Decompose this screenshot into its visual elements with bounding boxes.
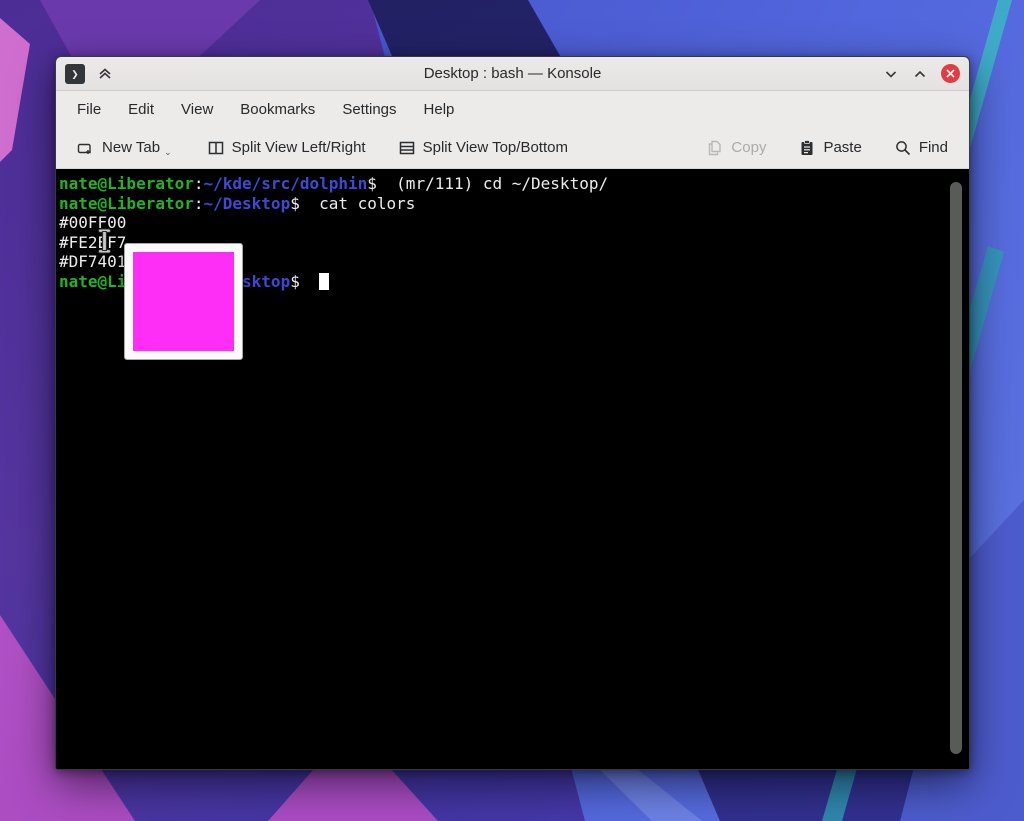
find-label: Find (919, 139, 948, 156)
find-button[interactable]: Find (885, 134, 957, 162)
konsole-window: ❯ Desktop : bash — Konsole (55, 56, 970, 770)
maximize-button[interactable] (912, 66, 928, 82)
menu-file[interactable]: File (65, 95, 113, 124)
new-tab-label: New Tab (102, 139, 160, 156)
split-left-right-label: Split View Left/Right (232, 139, 366, 156)
copy-icon (706, 139, 724, 157)
split-view-top-bottom-button[interactable]: Split View Top/Bottom (389, 134, 577, 162)
prompt-user-host: nate@Liberator (59, 194, 194, 213)
terminal-line: nate@Liberator:~/Desktop$ cat colors (59, 194, 969, 214)
prompt-dollar: $ (290, 272, 300, 291)
menu-bookmarks[interactable]: Bookmarks (228, 95, 327, 124)
color-preview-tooltip (124, 243, 243, 360)
output-hex-color: #DF7401 (59, 252, 126, 271)
split-view-left-right-button[interactable]: Split View Left/Right (198, 134, 375, 162)
konsole-app-icon: ❯ (65, 64, 85, 84)
search-icon (894, 139, 912, 157)
titlebar[interactable]: ❯ Desktop : bash — Konsole (56, 57, 969, 91)
terminal-line: nate@Liberator:~/kde/src/dolphin$ (mr/11… (59, 174, 969, 194)
command-text: cat colors (300, 194, 416, 213)
command-text: (mr/111) cd ~/Desktop/ (377, 174, 608, 193)
copy-button[interactable]: Copy (697, 134, 775, 162)
ibeam-mouse-cursor (97, 228, 112, 259)
desktop: ❯ Desktop : bash — Konsole (0, 0, 1024, 821)
prompt-user-host: nate@Liberator (59, 174, 194, 193)
prompt-colon: : (194, 174, 204, 193)
prompt-path: ~/kde/src/dolphin (204, 174, 368, 193)
scrollbar-thumb[interactable] (950, 182, 962, 754)
color-preview-swatch (133, 252, 234, 351)
menu-help[interactable]: Help (412, 95, 467, 124)
prompt-colon: : (194, 194, 204, 213)
close-button[interactable] (941, 64, 960, 83)
prompt-spacing (300, 272, 319, 291)
window-title: Desktop : bash — Konsole (56, 65, 969, 82)
menu-settings[interactable]: Settings (330, 95, 408, 124)
menu-edit[interactable]: Edit (116, 95, 166, 124)
paste-icon (798, 139, 816, 157)
split-left-right-icon (207, 139, 225, 157)
terminal-block-cursor (319, 273, 329, 290)
minimize-button[interactable] (883, 66, 899, 82)
prompt-dollar: $ (290, 194, 300, 213)
chevron-down-icon: ⌄ (164, 147, 172, 158)
split-top-bottom-icon (398, 139, 416, 157)
menu-view[interactable]: View (169, 95, 225, 124)
toolbar: New Tab ⌄ Split View Left/Right (56, 127, 969, 169)
output-hex-color: #00FF00 (59, 213, 126, 232)
paste-label: Paste (823, 139, 861, 156)
paste-button[interactable]: Paste (789, 134, 870, 162)
new-tab-icon (77, 139, 95, 157)
copy-label: Copy (731, 139, 766, 156)
split-top-bottom-label: Split View Top/Bottom (423, 139, 568, 156)
new-tab-button[interactable]: New Tab ⌄ (68, 134, 184, 162)
terminal-line: #00FF00 (59, 213, 969, 233)
menubar: File Edit View Bookmarks Settings Help (56, 91, 969, 127)
prompt-dollar: $ (367, 174, 377, 193)
prompt-path: ~/Desktop (204, 194, 291, 213)
output-hex-color: #FE2EF7 (59, 233, 126, 252)
keep-above-icon[interactable] (97, 66, 113, 82)
